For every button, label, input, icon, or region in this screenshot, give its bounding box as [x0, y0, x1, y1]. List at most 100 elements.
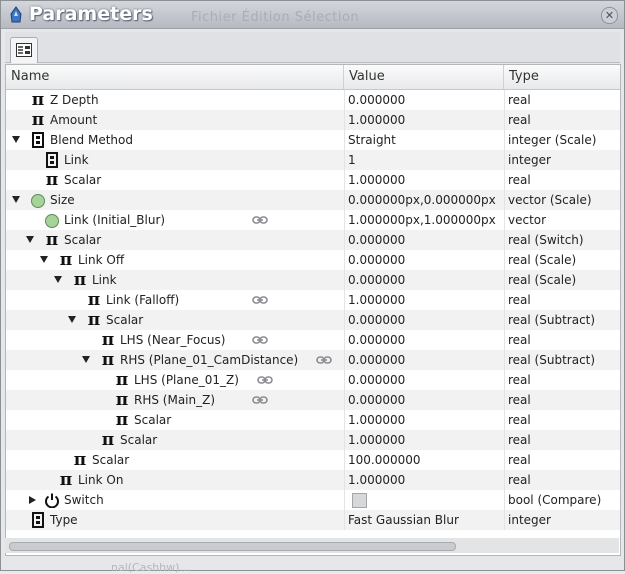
value-cell[interactable]: 0.000000: [348, 90, 503, 110]
value-cell[interactable]: 1.000000: [348, 470, 503, 490]
type-cell: real: [508, 393, 531, 407]
tree-row[interactable]: π RHS (Plane_01_CamDistance) 0.000000 real …: [6, 350, 620, 370]
parameters-tree: Name Value Type π Z Depth 0.000000 real π Amo…: [5, 64, 621, 556]
type-cell: real: [508, 333, 531, 347]
params-tab[interactable]: [10, 37, 38, 63]
pi-icon: π: [73, 450, 87, 470]
expander-expanded-icon[interactable]: [40, 256, 48, 263]
column-type-label: Type: [509, 69, 539, 84]
column-type[interactable]: Type: [504, 65, 620, 89]
column-separator: [504, 370, 505, 390]
value-cell[interactable]: 100.000000: [348, 450, 503, 470]
column-separator: [344, 310, 345, 330]
name-cell: Switch: [6, 490, 344, 510]
value-cell[interactable]: 0.000000: [348, 390, 503, 410]
pi-icon: π: [115, 410, 129, 430]
type-cell: integer: [508, 153, 551, 167]
expander-expanded-icon[interactable]: [12, 136, 20, 143]
type-cell: real: [508, 93, 531, 107]
column-separator: [344, 330, 345, 350]
type-cell: real: [508, 433, 531, 447]
tree-row[interactable]: π Scalar 1.000000 real: [6, 410, 620, 430]
value-cell[interactable]: 0.000000: [348, 230, 503, 250]
name-cell: π Scalar: [6, 450, 344, 470]
tree-row[interactable]: π Scalar 0.000000 real (Switch): [6, 230, 620, 250]
expander-expanded-icon[interactable]: [26, 236, 34, 243]
tree-row[interactable]: π Scalar 100.000000 real: [6, 450, 620, 470]
value-cell[interactable]: 0.000000: [348, 350, 503, 370]
value-cell[interactable]: 1.000000: [348, 410, 503, 430]
integer-icon: [32, 512, 44, 528]
tree-row[interactable]: π Scalar 1.000000 real: [6, 170, 620, 190]
pi-icon: π: [45, 170, 59, 190]
pi-icon: π: [87, 290, 101, 310]
param-name: Scalar: [134, 413, 172, 427]
background-menu-ghost: Fichier Édition Sélection: [191, 10, 360, 25]
tree-row[interactable]: π Link (Falloff) 1.000000 real: [6, 290, 620, 310]
value-cell[interactable]: 1.000000px,1.000000px: [348, 210, 503, 230]
param-name: Scalar: [120, 433, 158, 447]
tree-row[interactable]: π Scalar 1.000000 real: [6, 430, 620, 450]
value-cell[interactable]: 0.000000: [348, 310, 503, 330]
param-name: RHS (Main_Z): [134, 393, 216, 407]
value-cell[interactable]: 1.000000: [348, 430, 503, 450]
value-cell[interactable]: 0.000000: [348, 330, 503, 350]
tree-row[interactable]: π LHS (Plane_01_Z) 0.000000 real: [6, 370, 620, 390]
value-cell[interactable]: Fast Gaussian Blur: [348, 510, 503, 530]
value-cell[interactable]: 0.000000: [348, 250, 503, 270]
param-name: Size: [50, 193, 75, 207]
name-cell: π Scalar: [6, 310, 344, 330]
tree-row[interactable]: Switch bool (Compare): [6, 490, 620, 510]
integer-icon: [32, 132, 44, 148]
tree-row[interactable]: π Amount 1.000000 real: [6, 110, 620, 130]
param-name: Switch: [64, 493, 104, 507]
value-cell[interactable]: 0.000000px,0.000000px: [348, 190, 503, 210]
expander-expanded-icon[interactable]: [68, 316, 76, 323]
tree-row[interactable]: π LHS (Near_Focus) 0.000000 real: [6, 330, 620, 350]
params-panel-icon: [16, 43, 32, 57]
column-separator: [504, 270, 505, 290]
tree-row[interactable]: π Link Off 0.000000 real (Scale): [6, 250, 620, 270]
switch-checkbox[interactable]: [352, 493, 367, 508]
expander-collapsed-icon[interactable]: [29, 496, 36, 504]
name-cell: Size: [6, 190, 344, 210]
tree-row[interactable]: Blend Method Straight integer (Scale): [6, 130, 620, 150]
tree-row[interactable]: Size 0.000000px,0.000000px vector (Scale): [6, 190, 620, 210]
name-cell: π Amount: [6, 110, 344, 130]
horizontal-scroll-thumb[interactable]: [9, 542, 456, 551]
parameters-window: Fichier Édition Sélection Parameters ✕ N…: [0, 0, 625, 574]
column-separator: [504, 130, 505, 150]
type-cell: real: [508, 373, 531, 387]
expander-expanded-icon[interactable]: [54, 276, 62, 283]
title-bar[interactable]: Fichier Édition Sélection Parameters ✕: [1, 1, 624, 29]
value-cell[interactable]: 0.000000: [348, 270, 503, 290]
param-name: Scalar: [64, 173, 102, 187]
tree-row[interactable]: π Link On 1.000000 real: [6, 470, 620, 490]
value-cell[interactable]: 1.000000: [348, 290, 503, 310]
pi-icon: π: [31, 90, 45, 110]
value-cell[interactable]: 1.000000: [348, 110, 503, 130]
value-cell[interactable]: Straight: [348, 130, 503, 150]
column-value[interactable]: Value: [344, 65, 504, 89]
tree-row[interactable]: Link 1 integer: [6, 150, 620, 170]
pi-icon: π: [59, 470, 73, 490]
tree-row[interactable]: Type Fast Gaussian Blur integer: [6, 510, 620, 530]
tree-row[interactable]: π Scalar 0.000000 real (Subtract): [6, 310, 620, 330]
tree-row[interactable]: π RHS (Main_Z) 0.000000 real: [6, 390, 620, 410]
value-cell[interactable]: [348, 490, 503, 510]
value-cell[interactable]: 1: [348, 150, 503, 170]
name-cell: π Link: [6, 270, 344, 290]
close-button[interactable]: ✕: [601, 7, 618, 24]
value-cell[interactable]: 0.000000: [348, 370, 503, 390]
column-separator: [504, 90, 505, 110]
pi-icon: π: [73, 270, 87, 290]
column-name[interactable]: Name: [6, 65, 344, 89]
expander-expanded-icon[interactable]: [12, 196, 20, 203]
tree-row[interactable]: π Link 0.000000 real (Scale): [6, 270, 620, 290]
tree-row[interactable]: π Z Depth 0.000000 real: [6, 90, 620, 110]
param-name: Scalar: [92, 453, 130, 467]
value-cell[interactable]: 1.000000: [348, 170, 503, 190]
tree-row[interactable]: Link (Initial_Blur) 1.000000px,1.000000px…: [6, 210, 620, 230]
column-separator: [504, 450, 505, 470]
expander-expanded-icon[interactable]: [82, 356, 90, 363]
